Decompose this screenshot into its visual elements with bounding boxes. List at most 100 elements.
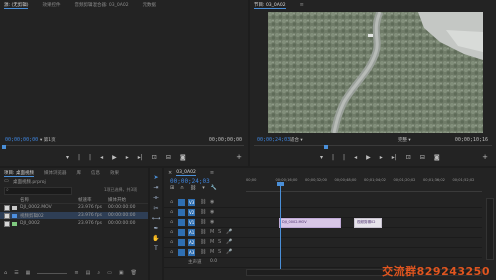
close-icon[interactable]: × xyxy=(168,170,172,176)
ripple-edit-tool-icon[interactable]: ⟛ xyxy=(153,194,158,202)
zoom-slider[interactable] xyxy=(37,270,68,274)
insert-icon[interactable]: ⊡ xyxy=(152,154,157,161)
lift-icon[interactable]: ⊡ xyxy=(406,154,411,161)
go-to-out-icon[interactable]: ▸| xyxy=(138,154,143,161)
program-timecode-left[interactable]: 00;00;24;03 xyxy=(257,137,290,143)
solo-icon[interactable]: S xyxy=(218,229,221,235)
go-to-in-icon[interactable]: | xyxy=(89,154,91,161)
toggle-output-icon[interactable]: ◉ xyxy=(210,209,214,215)
tab-project[interactable]: 项目: 桌面视频 xyxy=(4,170,34,177)
source-patch[interactable] xyxy=(178,229,185,236)
snap-icon[interactable]: ∩ xyxy=(180,185,184,191)
razor-tool-icon[interactable]: ✂ xyxy=(153,205,158,212)
lock-icon[interactable]: ⌂ xyxy=(170,199,173,205)
step-back-icon[interactable]: ◂ xyxy=(100,154,103,161)
lock-icon[interactable]: ⌂ xyxy=(170,229,173,235)
step-back-icon[interactable]: ◂ xyxy=(354,154,357,161)
source-patch[interactable] xyxy=(178,209,185,216)
lock-icon[interactable]: ⌂ xyxy=(170,219,173,225)
panel-menu-icon[interactable]: ≡ xyxy=(300,2,304,8)
track-row-audio[interactable]: ⌂ A2 ⛓ M S 🎤 xyxy=(164,238,482,248)
item-checkbox[interactable] xyxy=(4,204,10,211)
sync-lock-icon[interactable]: ⛓ xyxy=(200,249,206,255)
col-fps[interactable]: 帧速率 xyxy=(78,197,92,203)
mic-icon[interactable]: 🎤 xyxy=(226,249,232,255)
program-quality-select[interactable]: 完整 ▾ xyxy=(398,137,411,143)
play-icon[interactable]: ▶ xyxy=(112,154,117,161)
project-item-row[interactable]: DJI_0002.MOV 23.976 fps 00:00:00:00 xyxy=(0,204,148,211)
step-forward-icon[interactable]: ▸ xyxy=(380,154,383,161)
timeline-timecode[interactable]: 00;00;24;03 xyxy=(170,178,210,185)
track-row-audio[interactable]: ⌂ A1 ⛓ M S 🎤 xyxy=(164,228,482,238)
icon-view-icon[interactable]: ▦ xyxy=(26,270,31,277)
search-bin-icon[interactable]: ⌕ xyxy=(97,270,100,277)
mic-icon[interactable]: 🎤 xyxy=(226,229,232,235)
trash-icon[interactable]: 🗑 xyxy=(131,270,137,277)
tab-media-browser[interactable]: 媒体浏览器 xyxy=(44,170,67,176)
nest-icon[interactable]: ⊞ xyxy=(170,185,174,191)
project-search-input[interactable]: ⌕ xyxy=(4,187,72,195)
mark-in-icon[interactable]: ▾ xyxy=(320,154,323,161)
go-to-out-icon[interactable]: ▸| xyxy=(392,154,397,161)
clip-v1[interactable]: DJI_0002.MOV xyxy=(279,218,341,228)
source-timecode-left[interactable]: 00;00;00;00 xyxy=(5,137,38,143)
type-tool-icon[interactable]: T xyxy=(154,245,158,252)
linked-selection-icon[interactable]: ⛓ xyxy=(190,185,196,191)
mute-icon[interactable]: M xyxy=(210,249,214,255)
track-target[interactable]: A3 xyxy=(188,249,195,256)
clip-v1[interactable]: 视频剪辑02 xyxy=(354,218,382,228)
play-icon[interactable]: ▶ xyxy=(366,154,371,161)
extract-icon[interactable]: ⊟ xyxy=(420,154,425,161)
program-time-ruler[interactable] xyxy=(254,145,492,150)
track-row-audio[interactable]: ⌂ A3 ⛓ M S 🎤 xyxy=(164,248,482,258)
lock-icon[interactable]: ⌂ xyxy=(170,209,173,215)
track-row-video[interactable]: ⌂ V3 ⛓ ◉ xyxy=(164,198,482,208)
mute-icon[interactable]: M xyxy=(210,239,214,245)
lock-icon[interactable]: ⌂ xyxy=(4,270,7,277)
tab-program[interactable]: 节目: 03_0A02 xyxy=(254,2,286,9)
slip-tool-icon[interactable]: ⟷ xyxy=(152,215,161,222)
sync-lock-icon[interactable]: ⛓ xyxy=(200,239,206,245)
hand-tool-icon[interactable]: ✋ xyxy=(152,235,159,242)
new-item-icon[interactable]: ▣ xyxy=(119,270,124,277)
sort-icon[interactable]: ≡ xyxy=(74,270,78,277)
track-row-video[interactable]: ⌂ V2 ⛓ ◉ xyxy=(164,208,482,218)
source-add-button[interactable]: + xyxy=(236,153,242,161)
list-view-icon[interactable]: ☰ xyxy=(14,270,18,277)
selection-tool-icon[interactable]: ➤ xyxy=(153,174,158,181)
playhead-line[interactable] xyxy=(280,182,281,270)
project-item-row[interactable]: 视频剪辑02 23.976 fps 00:00:00:00 xyxy=(0,212,148,219)
project-item-row[interactable]: DJI_0002 23.976 fps 00:00:00:00 xyxy=(0,220,148,227)
tab-metadata[interactable]: 元数据 xyxy=(143,2,157,8)
sync-lock-icon[interactable]: ⛓ xyxy=(200,199,206,205)
track-target[interactable]: A2 xyxy=(188,239,195,246)
tab-audio-clip-mixer[interactable]: 音频剪辑混合器: 03_0A02 xyxy=(74,2,128,8)
toggle-output-icon[interactable]: ◉ xyxy=(210,199,214,205)
tab-info[interactable]: 信息 xyxy=(91,170,100,176)
overwrite-icon[interactable]: ⊟ xyxy=(166,154,171,161)
mark-in-icon[interactable]: ▾ xyxy=(66,154,69,161)
solo-icon[interactable]: S xyxy=(218,249,221,255)
tab-effects[interactable]: 效果 xyxy=(110,170,119,176)
track-target[interactable]: V1 xyxy=(188,219,195,226)
track-target[interactable]: A1 xyxy=(188,229,195,236)
source-patch[interactable] xyxy=(178,249,185,256)
sync-lock-icon[interactable]: ⛓ xyxy=(200,229,206,235)
new-bin-icon[interactable]: ▭ xyxy=(107,270,112,277)
col-name[interactable]: 名称 xyxy=(20,197,29,203)
lock-icon[interactable]: ⌂ xyxy=(170,249,173,255)
playhead-handle[interactable] xyxy=(277,182,284,186)
sync-lock-icon[interactable]: ⛓ xyxy=(200,219,206,225)
source-time-ruler[interactable] xyxy=(4,145,244,150)
mute-icon[interactable]: M xyxy=(210,229,214,235)
item-checkbox[interactable] xyxy=(4,220,10,227)
step-forward-icon[interactable]: ▸ xyxy=(126,154,129,161)
source-patch[interactable] xyxy=(178,199,185,206)
export-frame-icon[interactable]: ◙ xyxy=(434,154,440,161)
source-patch[interactable] xyxy=(178,239,185,246)
timeline-vertical-scrollbar[interactable] xyxy=(486,198,494,260)
pen-tool-icon[interactable]: ✒ xyxy=(153,225,158,232)
wrench-icon[interactable]: 🔧 xyxy=(211,185,217,191)
sync-lock-icon[interactable]: ⛓ xyxy=(200,209,206,215)
export-frame-icon[interactable]: ◙ xyxy=(180,154,186,161)
